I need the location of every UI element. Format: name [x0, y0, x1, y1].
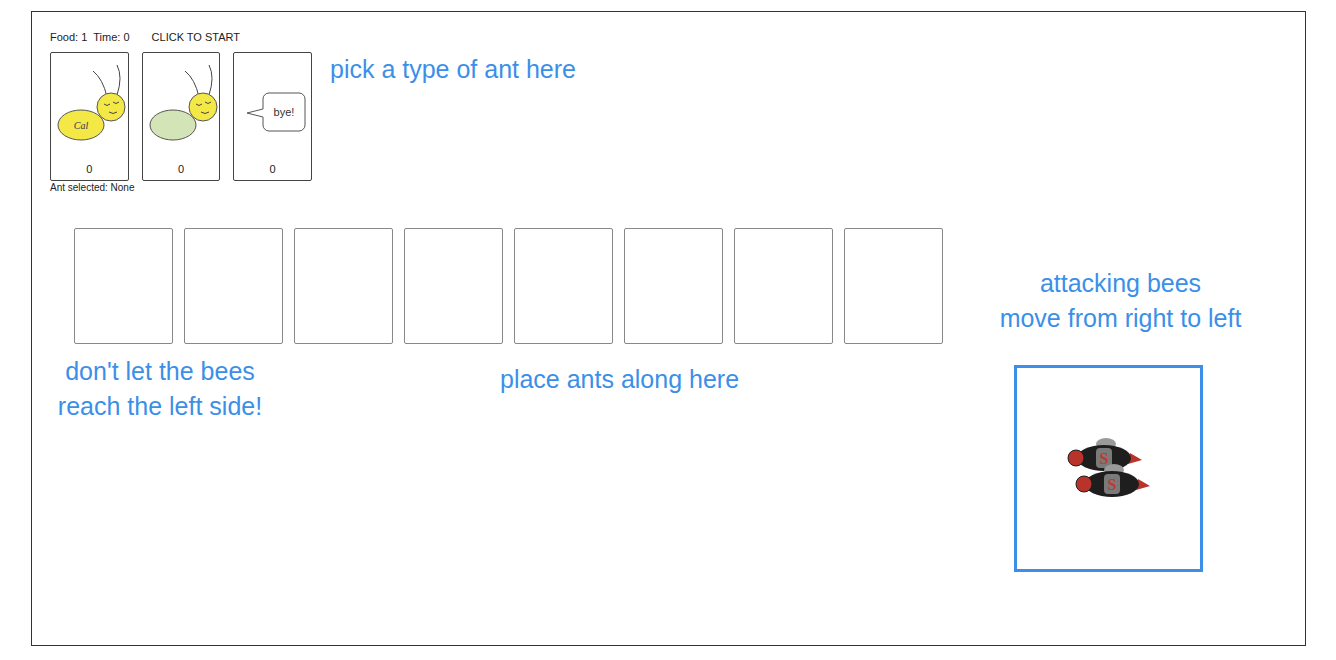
ant-selected-label: Ant selected: None: [50, 182, 312, 194]
ant-cost: 0: [86, 163, 92, 176]
game-board[interactable]: Food: 1 Time: 0 CLICK TO START Cal 0 0 bye! 0 An…: [31, 11, 1306, 646]
svg-text:S: S: [1107, 476, 1116, 493]
control-block: Food: 1 Time: 0 CLICK TO START Cal 0 0 bye! 0 An…: [50, 30, 312, 194]
bye-ant-icon: bye!: [235, 57, 311, 157]
status-line: Food: 1 Time: 0 CLICK TO START: [50, 30, 312, 44]
place-slot[interactable]: [184, 228, 283, 344]
svg-text:S: S: [1099, 450, 1108, 467]
thrower-ant-icon: [143, 57, 219, 157]
ant-card[interactable]: Cal 0: [50, 52, 129, 181]
place-row: [74, 228, 943, 344]
place-slot[interactable]: [294, 228, 393, 344]
field-area: don't let the beesreach the left side! pl…: [32, 228, 1305, 572]
svg-text:Cal: Cal: [74, 120, 89, 131]
place-slot[interactable]: [844, 228, 943, 344]
time-counter: Time: 0: [93, 30, 129, 44]
ant-card-row: Cal 0 0 bye! 0: [50, 52, 312, 181]
harvester-ant-icon: Cal: [51, 57, 127, 157]
ant-card[interactable]: 0: [142, 52, 221, 181]
place-slot[interactable]: [624, 228, 723, 344]
start-button[interactable]: CLICK TO START: [152, 30, 240, 44]
bee-icon: S: [1068, 438, 1142, 471]
bee-hive: SS: [1014, 365, 1203, 572]
hive-column: attacking beesmove from right to left SS: [975, 228, 1266, 572]
food-counter: Food: 1: [50, 30, 87, 44]
bees-icon: SS: [1054, 424, 1164, 514]
goal-annotation: don't let the beesreach the left side!: [40, 354, 280, 424]
ant-cost: 0: [270, 163, 276, 176]
place-annotation: place ants along here: [500, 362, 739, 397]
place-slot[interactable]: [514, 228, 613, 344]
pick-annotation: pick a type of ant here: [330, 52, 576, 87]
place-slot[interactable]: [74, 228, 173, 344]
top-panel: Food: 1 Time: 0 CLICK TO START Cal 0 0 bye! 0 An…: [32, 12, 1305, 194]
place-slot[interactable]: [404, 228, 503, 344]
svg-text:bye!: bye!: [273, 106, 294, 118]
annotation-row: don't let the beesreach the left side! pl…: [40, 354, 943, 424]
ant-card[interactable]: bye! 0: [233, 52, 312, 181]
field-column: don't let the beesreach the left side! pl…: [40, 228, 943, 424]
place-slot[interactable]: [734, 228, 833, 344]
bees-annotation: attacking beesmove from right to left: [975, 266, 1266, 336]
ant-cost: 0: [178, 163, 184, 176]
bee-icon: S: [1076, 464, 1150, 497]
